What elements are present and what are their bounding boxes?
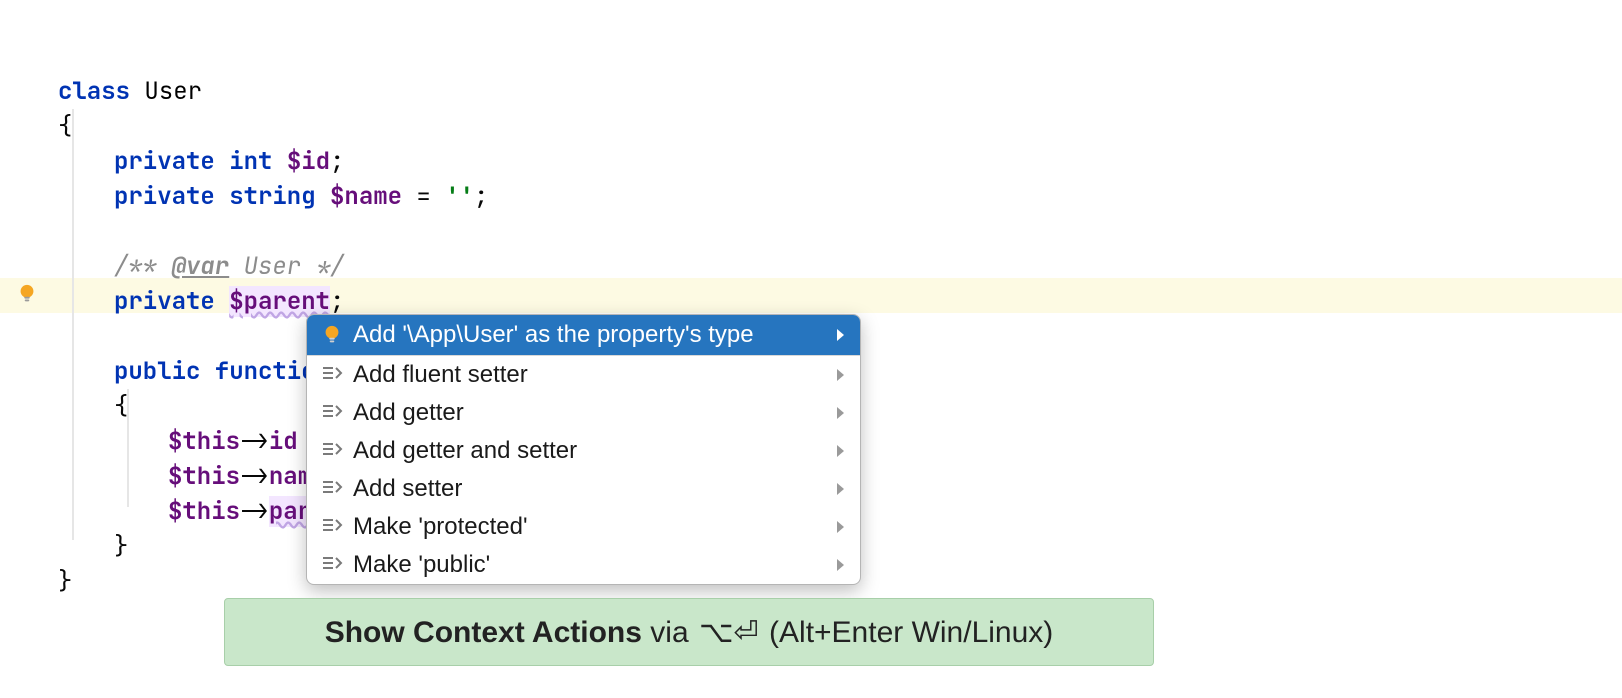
intention-icon	[321, 402, 343, 424]
keyword-public: public	[114, 356, 200, 387]
intention-label: Make 'public'	[353, 551, 826, 579]
semicolon: ;	[474, 181, 488, 212]
var-id: $id	[287, 146, 330, 177]
equals: =	[402, 181, 445, 212]
intention-item-add-setter[interactable]: Add setter	[307, 470, 860, 508]
type-string: string	[215, 181, 330, 212]
code-line: private int $id;	[58, 144, 1622, 179]
ref-id: id	[269, 426, 298, 457]
var-this: $this	[168, 426, 240, 457]
hint-banner: Show Context Actions via ⌥⏎ (Alt+Enter W…	[224, 598, 1154, 666]
class-name: User	[130, 76, 202, 107]
intention-actions-popup: Add '\App\User' as the property's type A…	[306, 314, 861, 585]
intention-label: Add getter	[353, 399, 826, 427]
banner-via: via	[642, 616, 697, 649]
intention-item-add-fluent-setter[interactable]: Add fluent setter	[307, 356, 860, 394]
banner-shortcut-mac: ⌥⏎	[697, 616, 761, 649]
var-this: $this	[168, 496, 240, 527]
intention-label: Add '\App\User' as the property's type	[353, 321, 826, 349]
submenu-arrow-icon	[836, 444, 846, 458]
intention-item-make-public[interactable]: Make 'public'	[307, 546, 860, 584]
submenu-arrow-icon	[836, 406, 846, 420]
submenu-arrow-icon	[836, 328, 846, 342]
keyword-private: private	[114, 146, 215, 177]
keyword-private: private	[114, 286, 215, 317]
code-line: private string $name = '';	[58, 179, 1622, 214]
banner-shortcut-win: (Alt+Enter Win/Linux)	[761, 616, 1054, 649]
phpdoc-open: /**	[114, 251, 172, 282]
type-int: int	[215, 146, 287, 177]
lightbulb-icon	[321, 324, 343, 346]
arrow-op: ->	[240, 461, 269, 492]
banner-title: Show Context Actions	[325, 616, 642, 649]
string-literal: ''	[445, 181, 474, 212]
close-brace: }	[114, 531, 128, 562]
intention-item-add-getter[interactable]: Add getter	[307, 394, 860, 432]
submenu-arrow-icon	[836, 482, 846, 496]
keyword-class: class	[58, 76, 130, 107]
keyword-function: functio	[200, 356, 315, 387]
var-this: $this	[168, 461, 240, 492]
open-brace: {	[114, 391, 128, 422]
open-brace: {	[58, 111, 72, 142]
intention-item-add-getter-setter[interactable]: Add getter and setter	[307, 432, 860, 470]
arrow-op: ->	[240, 426, 269, 457]
intention-item-make-protected[interactable]: Make 'protected'	[307, 508, 860, 546]
intention-icon	[321, 554, 343, 576]
semicolon: ;	[330, 286, 344, 317]
arrow-op: ->	[240, 496, 269, 527]
phpdoc-tag: @var	[172, 251, 230, 282]
close-brace: }	[58, 566, 72, 597]
var-name: $name	[330, 181, 402, 212]
keyword-private: private	[114, 181, 215, 212]
intention-icon	[321, 364, 343, 386]
intention-icon	[321, 516, 343, 538]
submenu-arrow-icon	[836, 558, 846, 572]
phpdoc-body: User */	[229, 251, 344, 282]
code-line: {	[58, 109, 1622, 144]
intention-item-add-type[interactable]: Add '\App\User' as the property's type	[307, 315, 860, 355]
submenu-arrow-icon	[836, 368, 846, 382]
blank-line	[58, 214, 1622, 249]
semicolon: ;	[330, 146, 344, 177]
intention-label: Add setter	[353, 475, 826, 503]
intention-label: Add getter and setter	[353, 437, 826, 465]
code-line: class User	[58, 74, 1622, 109]
intention-label: Make 'protected'	[353, 513, 826, 541]
var-parent: $parent	[229, 286, 330, 317]
code-line: /** @var User */	[58, 249, 1622, 284]
intention-label: Add fluent setter	[353, 361, 826, 389]
intention-icon	[321, 440, 343, 462]
submenu-arrow-icon	[836, 520, 846, 534]
intention-icon	[321, 478, 343, 500]
